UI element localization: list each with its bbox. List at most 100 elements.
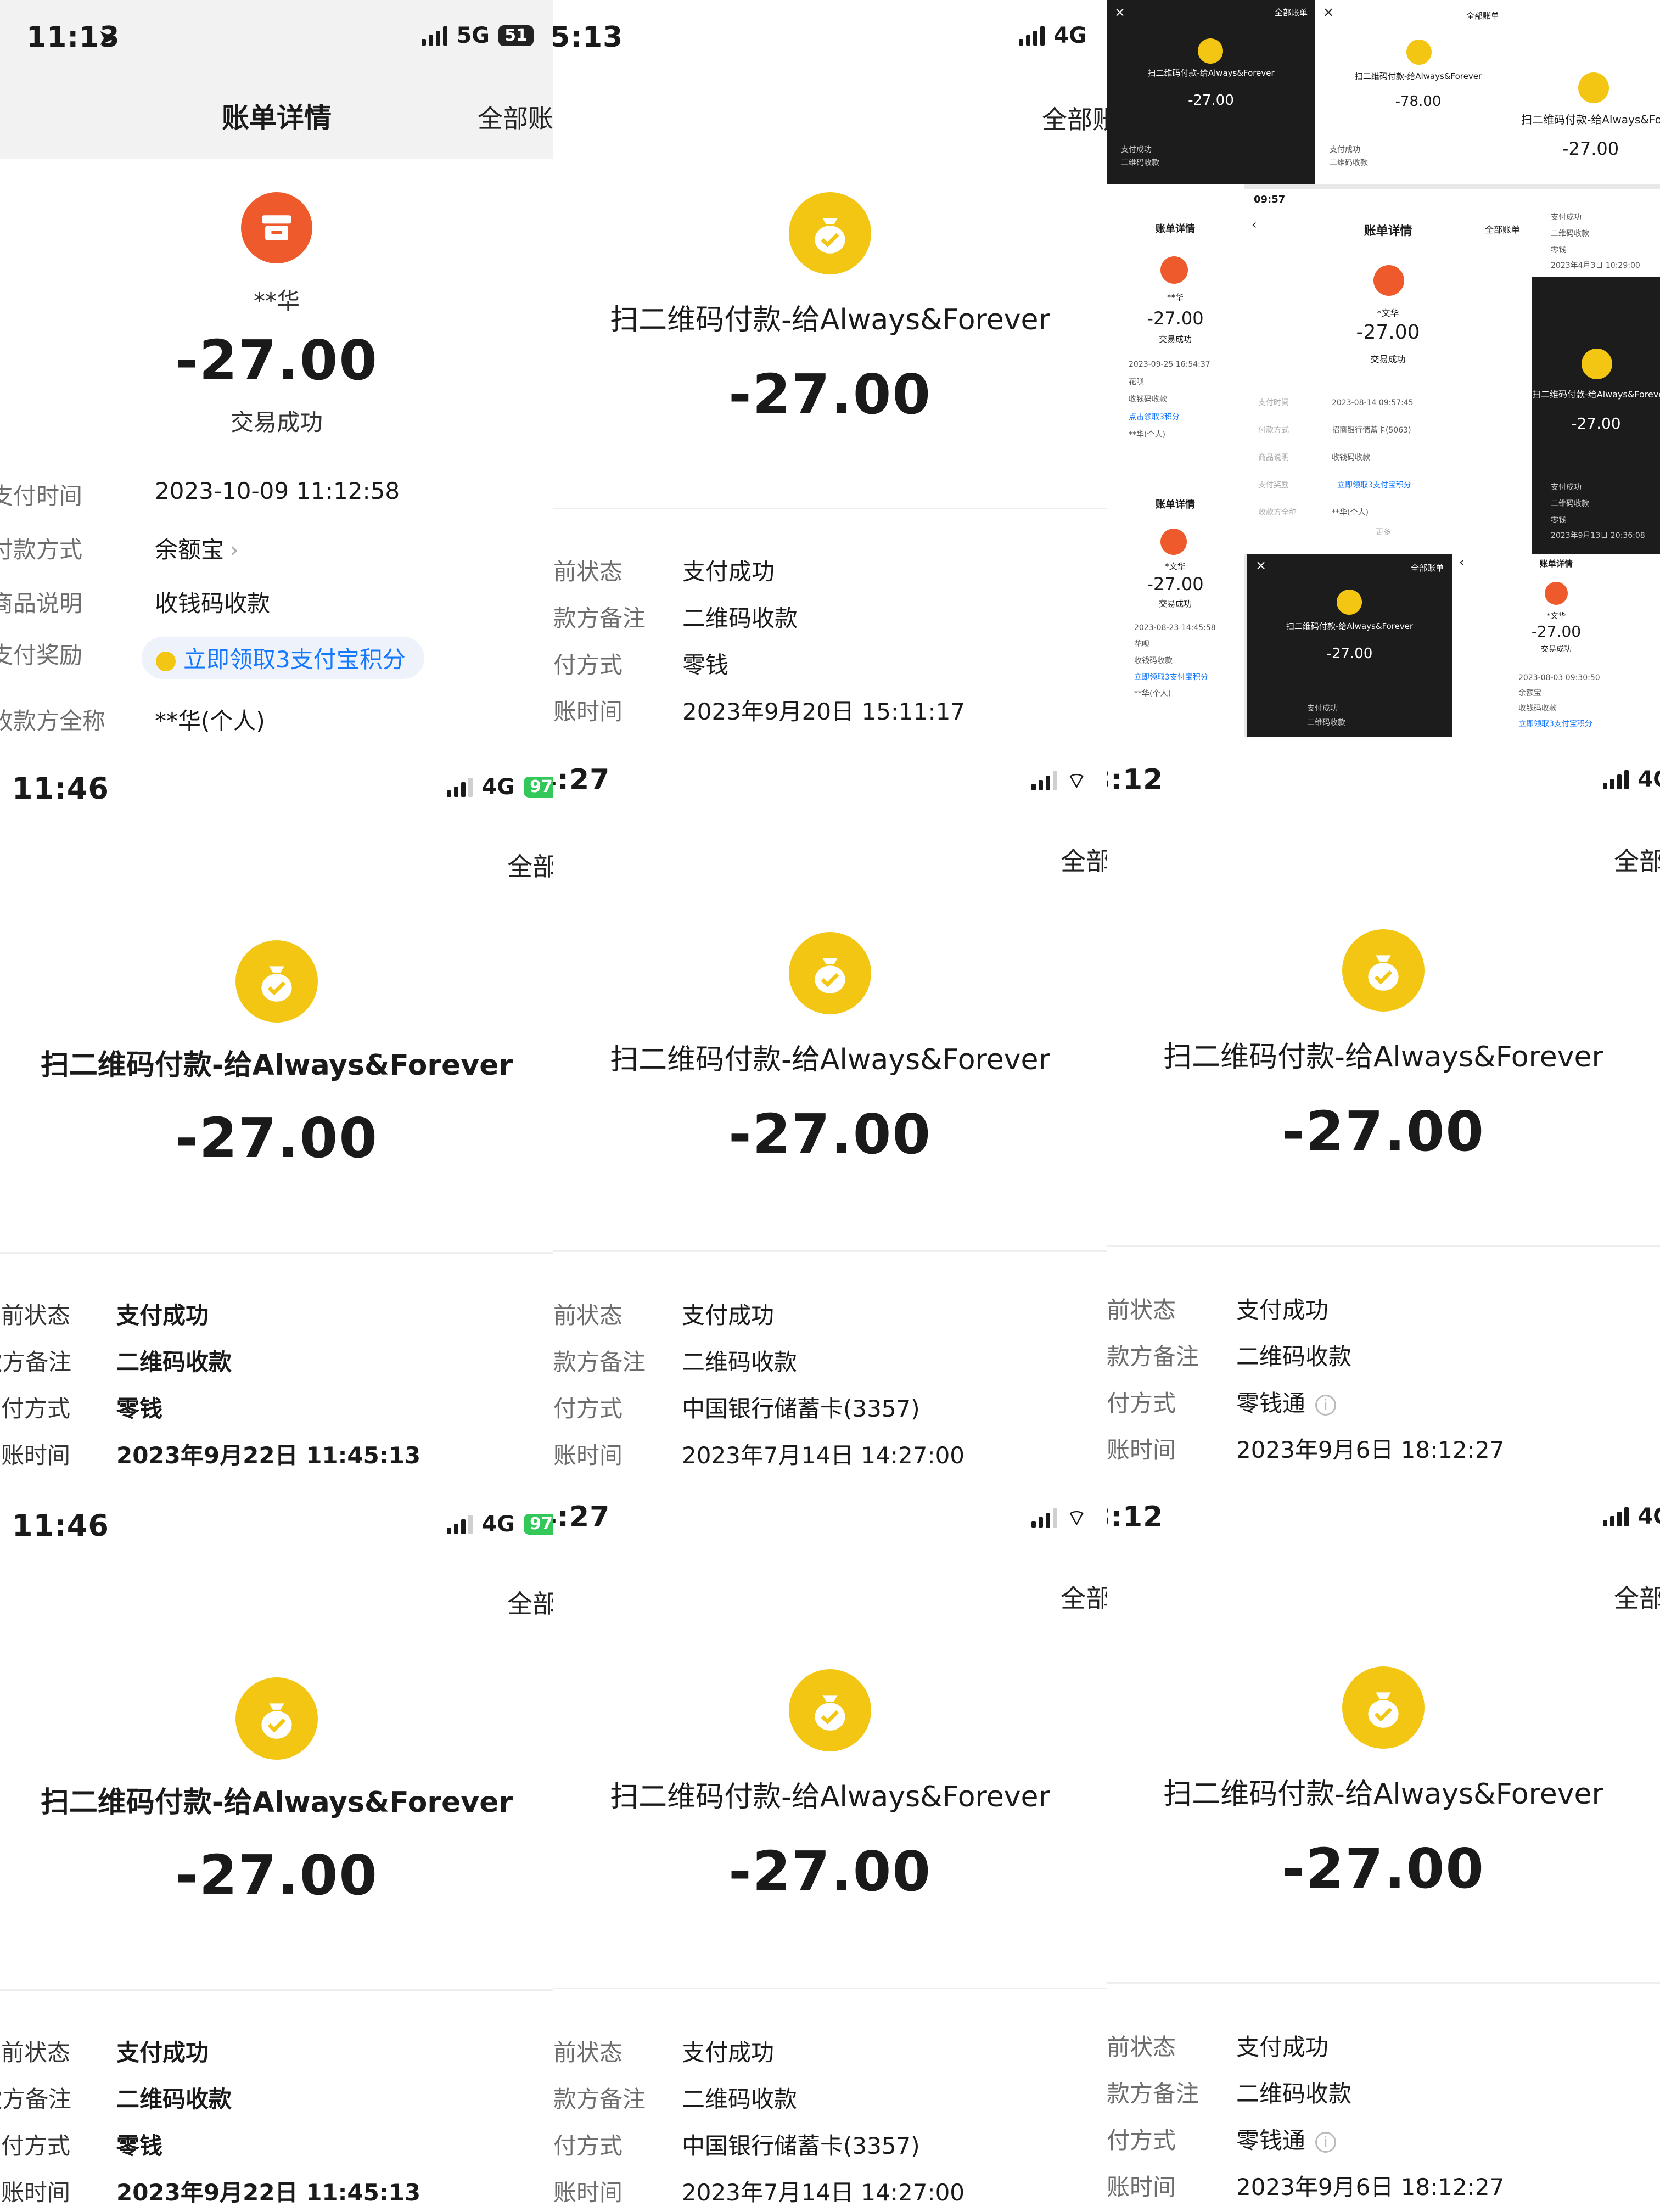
wallet-icon [789,192,871,274]
all-bills-link[interactable]: 全部账 [478,99,553,135]
all-bills-link[interactable]: 全部账单 [1061,841,1107,878]
detail-row: 收款方备注二维码收款 [1107,2080,1352,2107]
detail-row: 到账时间2023年9月6日 18:12:27 [1107,1436,1505,1463]
payment-method-row[interactable]: 付款方式 余额宝 › [0,531,553,564]
network-type: 4G [481,1512,515,1537]
detail-row: 商品说明 收钱码收款 [0,590,271,617]
store-icon [1545,582,1568,605]
claim-points-button[interactable]: 立即领取3支付宝积分 [142,637,424,679]
payment-title: 扫二维码付款-给Always&Forever [40,1049,513,1082]
divider [0,1252,553,1254]
divider [1107,1982,1660,1984]
cellular-signal-icon [422,26,448,46]
points-icon [156,651,176,671]
location-icon: ➤ [98,25,116,50]
detail-row: 当前状态支付成功 [1107,2034,1329,2061]
info-icon[interactable]: i [1315,1394,1337,1416]
detail-row: 当前状态支付成功 [1107,1296,1329,1323]
detail-row: 到账时间2023年9月6日 18:12:27 [1107,2174,1505,2200]
amount: -27.00 [1282,1099,1485,1164]
wechat-bill-panel: 8:12 4G 全部账单 扫二维码付款-给Always&Forever -27.… [1107,737,1660,1474]
network-type: 4G [481,774,515,800]
detail-row: 当前状态支付成功 [553,2039,775,2066]
all-bills-link[interactable]: 全部账单 [1614,841,1660,878]
divider [553,1250,1107,1252]
clock: 11:46 [12,771,109,806]
mini-dark-bill: × 全部账单 扫二维码付款-给Always&Forever -27.00 支付成… [1247,554,1452,737]
close-icon: × [1114,4,1126,20]
status-bar: 11:46 4G 97 [0,1474,553,1557]
all-bills-link[interactable]: 全部 [507,1584,553,1620]
info-icon[interactable]: i [1315,2131,1337,2153]
detail-row: 当前状态支付成功 [0,2039,209,2066]
wallet-icon [789,932,871,1014]
wallet-icon [235,940,318,1023]
detail-row: 到账时间2023年9月22日 11:45:13 [0,1442,421,1469]
wechat-bill-panel: 8:12 4G 全部账单 扫二维码付款-给Always&Forever -27.… [1107,1474,1660,2212]
close-icon: × [1323,4,1334,20]
amount: -27.00 [1282,1837,1485,1901]
detail-row: 支付方式零钱通i [1107,1385,1660,1418]
wallet-icon [1582,349,1612,379]
status-bar: 4:27 ⌔ [553,1474,1107,1557]
all-bills-link[interactable]: 全部账单 [1614,1579,1660,1615]
amount: -27.00 [175,1106,378,1170]
all-bills-link[interactable]: 全部账 [1042,100,1107,136]
all-bills-link[interactable]: 全部账单 [1061,1579,1107,1615]
mini-dark-bill: 扫二维码付款-给Always&Forever -27.00 支付成功 二维码收款… [1532,277,1660,554]
merchant-store-icon [241,192,312,263]
wifi-icon: ⌔ [1066,768,1087,794]
detail-row: 收款方备注二维码收款 [1107,1343,1352,1370]
store-icon [1160,529,1187,555]
divider [553,508,1107,509]
mini-light-bill: × 全部账单 扫二维码付款-给Always&Forever -78.00 支付成… [1315,0,1521,184]
cellular-signal-icon [1603,770,1629,789]
status-bar: 8:12 4G [1107,737,1660,819]
cellular-signal-icon [1019,26,1045,46]
detail-row: 支付方式零钱通i [1107,2122,1660,2155]
all-bills-link[interactable]: 全部 [507,847,553,883]
wallet-icon [1342,929,1425,1012]
cellular-signal-icon [447,1514,473,1534]
detail-row: 支付方式零钱 [553,652,729,678]
detail-row: 收款方备注二维码收款 [553,2086,798,2113]
clock: 8:12 [1107,763,1164,796]
wechat-bill-panel: 4:27 ⌔ 全部账单 扫二维码付款-给Always&Forever -27.0… [553,737,1107,1474]
amount: -27.00 [728,362,932,426]
status-bar: 4:27 ⌔ [553,737,1107,819]
trade-result: 交易成功 [230,409,323,436]
detail-row: 当前状态支付成功 [553,1302,775,1329]
wifi-icon: ⌔ [1066,1506,1087,1531]
wallet-icon [1578,72,1609,103]
detail-row: 到账时间2023年9月20日 15:11:17 [553,698,966,725]
detail-row: 支付方式中国银行储蓄卡(3357) [553,2132,920,2159]
battery-icon: 97 [524,777,553,798]
payment-title: 扫二维码付款-给Always&Forever [1163,1778,1603,1811]
amount: -27.00 [175,328,378,392]
wechat-bill-panel: 11:46 4G 97 全部 扫二维码付款-给Always&Forever -2… [0,737,553,1474]
detail-row: 收款方备注二维码收款 [0,1349,232,1376]
detail-row: 当前状态支付成功 [0,1302,209,1329]
mini-dark-bill: × 全部账单 扫二维码付款-给Always&Forever -27.00 支付成… [1107,0,1315,184]
detail-row: 支付方式中国银行储蓄卡(3357) [553,1395,920,1422]
clock: 11:46 [12,1508,109,1543]
detail-row: 支付方式零钱 [0,1395,163,1422]
divider [553,1988,1107,1989]
wallet-icon [1198,38,1223,64]
detail-row: 到账时间2023年7月14日 14:27:00 [553,2179,965,2206]
detail-row: 收款方备注二维码收款 [553,1349,798,1376]
detail-row: 当前状态支付成功 [553,558,775,585]
clock: 4:27 [553,1501,610,1534]
chevron-right-icon: › [229,536,239,563]
network-type: 4G [1637,767,1660,792]
clock: 5:13 [553,21,624,54]
cellular-signal-icon [1031,1508,1058,1528]
mini-wechat-bill: 支付成功 二维码收款 零钱 2023年4月3日 10:29:00 [1532,189,1660,277]
payment-title: 扫二维码付款-给Always&Forever [1163,1041,1603,1074]
detail-row: 支付时间 2023-10-09 11:12:58 [0,478,400,509]
wallet-icon [1342,1666,1425,1749]
page-title: 账单详情 [222,102,332,134]
amount: -27.00 [728,1839,932,1904]
store-icon [1373,265,1404,296]
mini-alipay-bill: 账单详情 **华 -27.00 交易成功 2023-09-25 16:54:37… [1107,184,1244,469]
